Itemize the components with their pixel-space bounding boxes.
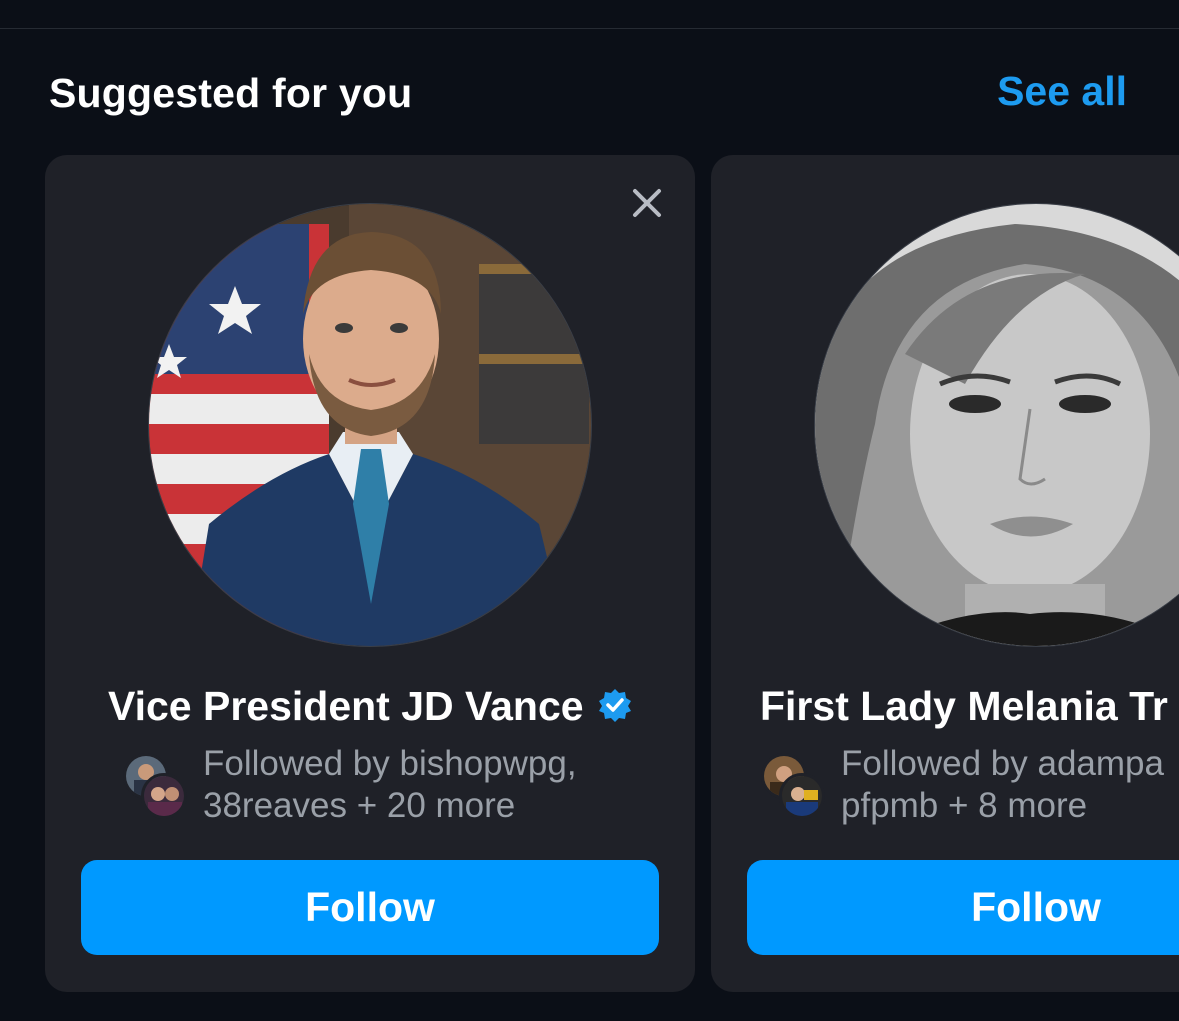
followed-by-text: Followed by bishopwpg, 38reaves + 20 mor…: [203, 743, 577, 827]
mutual-avatars: [123, 753, 187, 819]
followed-by-line2: pfpmb + 8 more: [841, 786, 1088, 825]
mutual-avatar: [779, 773, 825, 819]
profile-name[interactable]: First Lady Melania Tr: [760, 683, 1168, 729]
mutual-avatars: [761, 753, 825, 819]
see-all-link[interactable]: See all: [997, 68, 1127, 115]
suggestions-carousel[interactable]: Vice President JD Vance Followed by bish…: [0, 155, 1179, 992]
followed-by-text: Followed by adampa pfpmb + 8 more: [841, 743, 1164, 827]
profile-name[interactable]: Vice President JD Vance: [108, 683, 584, 729]
suggestion-card[interactable]: First Lady Melania Tr Followed by adampa…: [711, 155, 1179, 992]
followed-by-line1: Followed by adampa: [841, 744, 1164, 783]
section-title: Suggested for you: [49, 70, 413, 116]
profile-photo[interactable]: [814, 203, 1179, 647]
close-icon[interactable]: [629, 185, 665, 221]
name-row[interactable]: First Lady Melania Tr: [760, 683, 1179, 733]
mutual-avatar: [141, 773, 187, 819]
top-divider: [0, 28, 1179, 29]
followed-by-line2: 38reaves + 20 more: [203, 786, 516, 825]
suggestion-card[interactable]: Vice President JD Vance Followed by bish…: [45, 155, 695, 992]
follow-button[interactable]: Follow: [747, 860, 1179, 955]
verified-badge-icon: [598, 688, 632, 722]
name-row[interactable]: Vice President JD Vance: [45, 683, 695, 733]
followed-by-line1: Followed by bishopwpg,: [203, 744, 577, 783]
follow-button[interactable]: Follow: [81, 860, 659, 955]
profile-photo[interactable]: [148, 203, 592, 647]
